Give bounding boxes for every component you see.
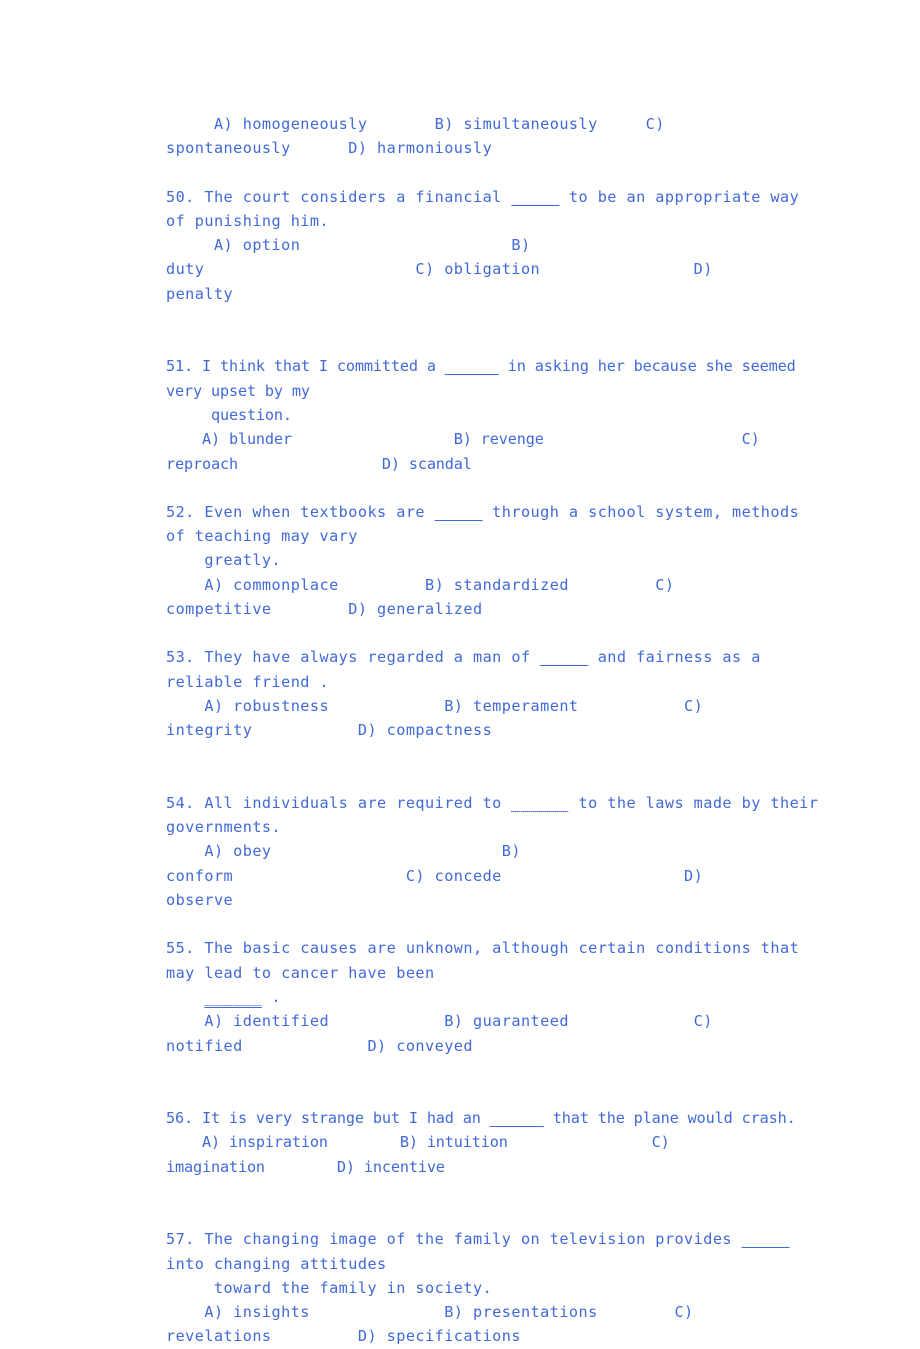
text-line: A) obey B) bbox=[166, 842, 521, 861]
stem-text-after-blank: and fairness as a bbox=[588, 648, 761, 667]
text-line: very upset by my bbox=[166, 381, 310, 400]
question-stem-line: 57. The changing image of the family on … bbox=[166, 1227, 789, 1251]
question-stem-line: 54. All individuals are required to ____… bbox=[166, 791, 818, 815]
stem-text-after-blank: . bbox=[261, 987, 282, 1006]
stem-text-before-blank bbox=[166, 988, 204, 1006]
answer-blank[interactable]: ______ bbox=[204, 988, 262, 1006]
stem-text-after-blank: in asking her because she seemed bbox=[498, 357, 796, 376]
text-line: reliable friend . bbox=[166, 672, 330, 691]
text-line: may lead to cancer have been bbox=[166, 963, 435, 982]
question-stem-line: 56. It is very strange but I had an ____… bbox=[166, 1106, 796, 1130]
answer-blank[interactable]: _____ bbox=[511, 188, 559, 206]
stem-text-before-blank: 52. Even when textbooks are bbox=[166, 502, 435, 521]
stem-text-before-blank: 50. The court considers a financial bbox=[166, 187, 512, 206]
question-block: 57. The changing image of the family on … bbox=[166, 1227, 789, 1348]
text-line: toward the family in society. bbox=[166, 1278, 493, 1297]
answer-blank[interactable]: ______ bbox=[511, 794, 569, 812]
text-line: A) commonplace B) standardized C) bbox=[166, 575, 675, 594]
text-line: conform C) concede D) bbox=[166, 866, 704, 885]
answer-blank[interactable]: _____ bbox=[540, 648, 588, 666]
question-stem-line: 50. The court considers a financial ____… bbox=[166, 185, 799, 209]
text-line: penalty bbox=[166, 284, 234, 303]
answer-blank[interactable]: _____ bbox=[742, 1230, 790, 1248]
text-line: A) homogeneously B) simultaneously C) bbox=[166, 115, 665, 133]
question-block: 53. They have always regarded a man of _… bbox=[166, 645, 774, 742]
stem-text-after-blank: that the plane would crash. bbox=[543, 1109, 796, 1128]
stem-text-before-blank: 56. It is very strange but I had an bbox=[166, 1109, 490, 1128]
text-line: 55. The basic causes are unknown, althou… bbox=[166, 939, 800, 958]
answer-blank[interactable]: ______ bbox=[445, 357, 499, 375]
question-stem-line: 52. Even when textbooks are _____ throug… bbox=[166, 500, 799, 524]
text-line: revelations D) specifications bbox=[166, 1327, 521, 1346]
document-page: A) homogeneously B) simultaneously C) spo… bbox=[0, 0, 920, 1345]
text-line: A) insights B) presentations C) bbox=[166, 1303, 694, 1322]
stem-text-before-blank: 53. They have always regarded a man of bbox=[166, 648, 541, 667]
text-line: A) identified B) guaranteed C) bbox=[166, 1012, 713, 1031]
question-block: 55. The basic causes are unknown, althou… bbox=[166, 936, 800, 1057]
answer-blank[interactable]: _____ bbox=[435, 503, 483, 521]
text-line: A) blunder B) revenge C) bbox=[166, 430, 760, 449]
answer-blank[interactable]: ______ bbox=[490, 1109, 544, 1127]
question-block: 50. The court considers a financial ____… bbox=[166, 185, 799, 306]
question-block: 51. I think that I committed a ______ in… bbox=[166, 354, 796, 475]
question-block: A) homogeneously B) simultaneously C) spo… bbox=[166, 112, 774, 161]
text-line: question. bbox=[166, 405, 292, 424]
stem-text-after-blank: through a school system, methods bbox=[482, 502, 800, 521]
text-line: competitive D) generalized bbox=[166, 600, 483, 619]
text-line: governments. bbox=[166, 818, 282, 837]
question-block: 54. All individuals are required to ____… bbox=[166, 791, 818, 912]
question-stem-line: ______ . bbox=[166, 985, 774, 1009]
text-line: spontaneously D) harmoniously bbox=[166, 139, 493, 158]
text-line: A) inspiration B) intuition C) bbox=[166, 1133, 670, 1152]
text-line: reproach D) scandal bbox=[166, 454, 472, 473]
question-block: 52. Even when textbooks are _____ throug… bbox=[166, 500, 799, 621]
exercise-content: A) homogeneously B) simultaneously C) spo… bbox=[166, 112, 818, 1349]
text-line: observe bbox=[166, 891, 234, 910]
text-line: A) option B) bbox=[166, 236, 531, 255]
text-line: into changing attitudes bbox=[166, 1254, 387, 1273]
stem-text-after-blank: to be an appropriate way bbox=[559, 187, 800, 206]
text-line: integrity D) compactness bbox=[166, 721, 493, 740]
text-line: greatly. bbox=[166, 551, 282, 570]
question-block: 56. It is very strange but I had an ____… bbox=[166, 1106, 796, 1179]
text-line: imagination D) incentive bbox=[166, 1157, 445, 1176]
stem-text-after-blank: to the laws made by their bbox=[568, 793, 819, 812]
stem-text-before-blank: 57. The changing image of the family on … bbox=[166, 1230, 742, 1249]
text-line: of punishing him. bbox=[166, 211, 330, 230]
text-line: of teaching may vary bbox=[166, 527, 358, 546]
question-stem-line: 53. They have always regarded a man of _… bbox=[166, 645, 774, 669]
stem-text-before-blank: 54. All individuals are required to bbox=[166, 793, 512, 812]
stem-text-before-blank: 51. I think that I committed a bbox=[166, 357, 445, 376]
text-line: duty C) obligation D) bbox=[166, 260, 713, 279]
text-line: A) robustness B) temperament C) bbox=[166, 696, 704, 715]
question-stem-line: 51. I think that I committed a ______ in… bbox=[166, 354, 796, 378]
text-line: notified D) conveyed bbox=[166, 1036, 473, 1055]
